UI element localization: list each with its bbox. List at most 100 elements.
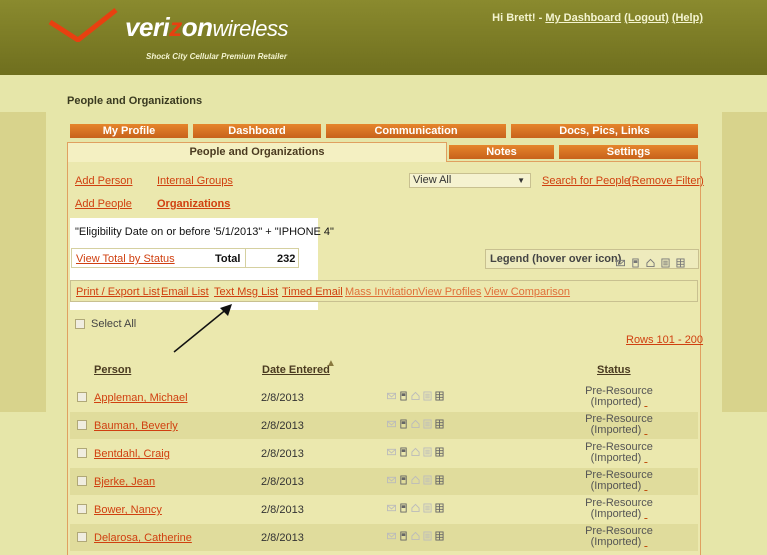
filter-criteria-text: "Eligibility Date on or before '5/1/2013… — [75, 226, 334, 238]
view-comparison-link[interactable]: View Comparison — [484, 286, 570, 298]
row-checkbox[interactable] — [77, 504, 87, 514]
document-icon[interactable] — [661, 258, 670, 268]
dropdown-arrow-icon: ▼ — [517, 176, 525, 185]
tab-settings[interactable]: Settings — [559, 145, 698, 159]
status-text: Pre-Resource (Imported) — [585, 525, 653, 548]
email-icon[interactable] — [616, 258, 625, 268]
rows-range-link[interactable]: Rows 101 - 200 — [626, 334, 703, 346]
print-export-list-link[interactable]: Print / Export List — [76, 286, 160, 298]
date-entered: 2/8/2013 — [261, 532, 304, 544]
home-icon[interactable] — [411, 391, 420, 401]
row-checkbox[interactable] — [77, 476, 87, 486]
column-header-date-entered[interactable]: Date Entered — [262, 364, 330, 376]
view-filter-select[interactable]: View All ▼ — [409, 173, 531, 188]
view-profiles-link[interactable]: View Profiles — [418, 286, 481, 298]
status-text: Pre-Resource (Imported) — [585, 385, 653, 408]
home-icon[interactable] — [411, 447, 420, 457]
document-icon[interactable] — [423, 447, 432, 457]
status-text: Pre-Resource (Imported) — [585, 441, 653, 464]
view-total-by-status-link[interactable]: View Total by Status — [76, 253, 175, 265]
email-icon[interactable] — [387, 419, 396, 429]
date-entered: 2/8/2013 — [261, 420, 304, 432]
row-checkbox[interactable] — [77, 532, 87, 542]
status-text: Pre-Resource (Imported) — [585, 413, 653, 436]
contact-icons — [387, 502, 447, 514]
organizations-link[interactable]: Organizations — [157, 198, 230, 210]
verizon-wireless-logo[interactable]: verizonwireless — [125, 12, 289, 43]
document-icon[interactable] — [423, 419, 432, 429]
person-name-link[interactable]: Appleman, Michael — [94, 392, 188, 404]
contact-icons — [387, 390, 447, 402]
contact-card-icon[interactable] — [435, 531, 444, 541]
tab-dashboard[interactable]: Dashboard — [193, 124, 321, 138]
home-icon[interactable] — [646, 258, 655, 268]
contact-icons — [387, 530, 447, 542]
home-icon[interactable] — [411, 531, 420, 541]
home-icon[interactable] — [411, 419, 420, 429]
email-icon[interactable] — [387, 475, 396, 485]
tagline: Shock City Cellular Premium Retailer — [146, 52, 287, 61]
status-text: Pre-Resource (Imported) — [585, 497, 653, 520]
sort-ascending-icon[interactable]: ▲ — [326, 358, 336, 369]
row-checkbox[interactable] — [77, 448, 87, 458]
annotation-arrow — [173, 304, 232, 353]
phone-icon[interactable] — [399, 531, 408, 541]
phone-icon[interactable] — [399, 391, 408, 401]
email-icon[interactable] — [387, 503, 396, 513]
document-icon[interactable] — [423, 503, 432, 513]
document-icon[interactable] — [423, 391, 432, 401]
email-icon[interactable] — [387, 447, 396, 457]
column-header-status[interactable]: Status — [597, 364, 631, 376]
page-title: People and Organizations — [67, 95, 203, 107]
table-row: Appleman, Michael 2/8/2013 Pre-Resource(… — [70, 384, 698, 411]
email-list-link[interactable]: Email List — [161, 286, 209, 298]
row-checkbox[interactable] — [77, 420, 87, 430]
timed-email-link[interactable]: Timed Email — [282, 286, 343, 298]
home-icon[interactable] — [411, 475, 420, 485]
person-name-link[interactable]: Bower, Nancy — [94, 504, 162, 516]
person-name-link[interactable]: Delarosa, Catherine — [94, 532, 192, 544]
add-person-link[interactable]: Add Person — [75, 175, 132, 187]
email-icon[interactable] — [387, 531, 396, 541]
view-filter-value: View All — [413, 174, 452, 186]
document-icon[interactable] — [423, 531, 432, 541]
phone-icon[interactable] — [399, 419, 408, 429]
phone-icon[interactable] — [399, 503, 408, 513]
tab-my-profile[interactable]: My Profile — [70, 124, 188, 138]
contact-card-icon[interactable] — [435, 447, 444, 457]
home-icon[interactable] — [411, 503, 420, 513]
person-name-link[interactable]: Bauman, Beverly — [94, 420, 178, 432]
internal-groups-link[interactable]: Internal Groups — [157, 175, 233, 187]
search-for-people-link[interactable]: Search for People — [542, 175, 630, 187]
add-people-link[interactable]: Add People — [75, 198, 132, 210]
contact-card-icon[interactable] — [435, 419, 444, 429]
phone-icon[interactable] — [399, 447, 408, 457]
my-dashboard-link[interactable]: My Dashboard — [545, 12, 621, 24]
row-checkbox[interactable] — [77, 392, 87, 402]
text-msg-list-link[interactable]: Text Msg List — [214, 286, 278, 298]
tab-notes[interactable]: Notes — [449, 145, 554, 159]
person-name-link[interactable]: Bentdahl, Craig — [94, 448, 170, 460]
contact-card-icon[interactable] — [676, 258, 685, 268]
person-name-link[interactable]: Bjerke, Jean — [94, 476, 155, 488]
select-all-checkbox[interactable] — [75, 319, 85, 329]
table-row: Bower, Nancy 2/8/2013 Pre-Resource (Impor… — [70, 496, 698, 523]
tab-communication[interactable]: Communication — [326, 124, 506, 138]
contact-card-icon[interactable] — [435, 503, 444, 513]
phone-icon[interactable] — [399, 475, 408, 485]
contact-card-icon[interactable] — [435, 475, 444, 485]
contact-card-icon[interactable] — [435, 391, 444, 401]
tab-people-organizations[interactable]: People and Organizations — [67, 142, 447, 162]
date-entered: 2/8/2013 — [261, 448, 304, 460]
legend-label: Legend (hover over icon) — [490, 253, 622, 265]
document-icon[interactable] — [423, 475, 432, 485]
logout-link[interactable]: (Logout) — [624, 12, 669, 24]
phone-icon[interactable] — [631, 258, 640, 268]
select-all-label: Select All — [91, 318, 137, 330]
help-link[interactable]: (Help) — [672, 12, 703, 24]
remove-filter-link[interactable]: (Remove Filter) — [628, 175, 704, 187]
tab-docs-pics-links[interactable]: Docs, Pics, Links — [511, 124, 698, 138]
column-header-person[interactable]: Person — [94, 364, 131, 376]
mass-invitation-link[interactable]: Mass Invitation — [345, 286, 418, 298]
email-icon[interactable] — [387, 391, 396, 401]
